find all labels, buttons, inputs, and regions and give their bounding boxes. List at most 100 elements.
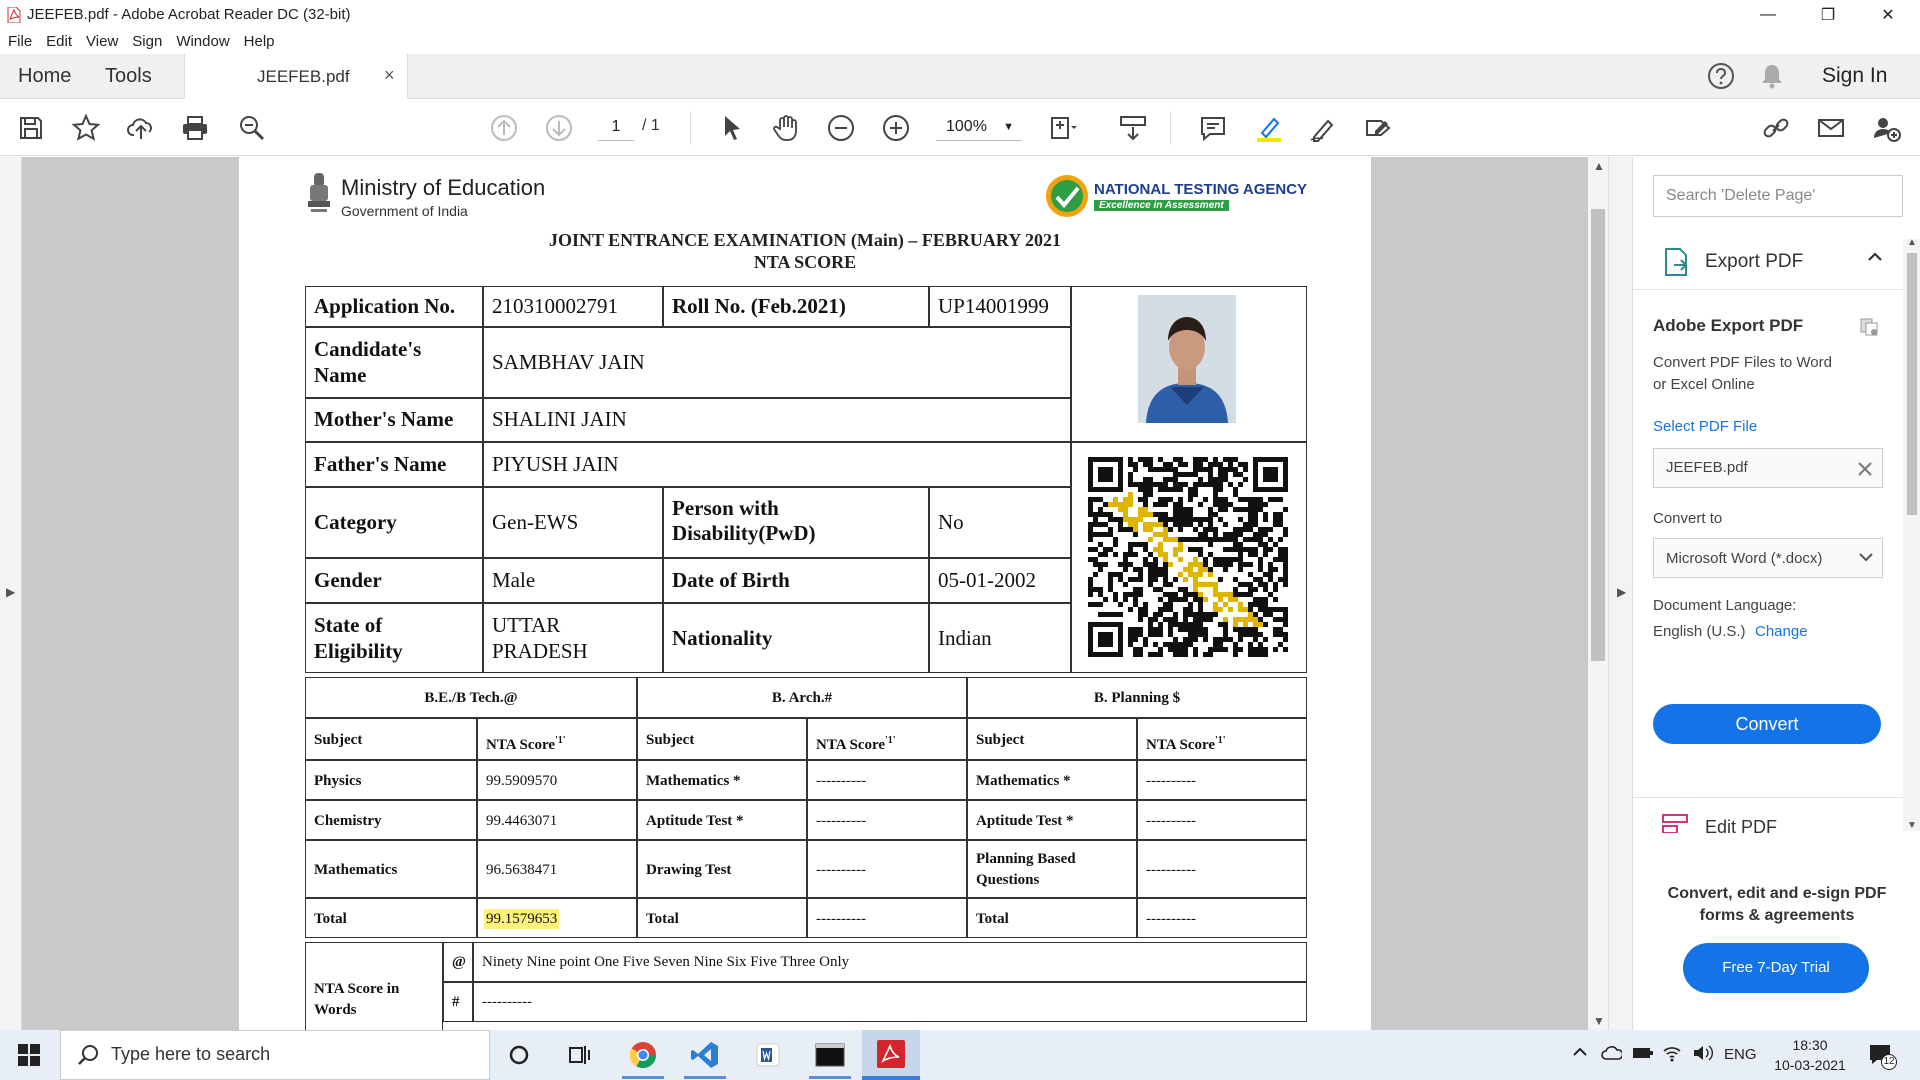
scroll-up-icon[interactable]: ▲ [1593, 159, 1605, 173]
candidate-name-label-cell: Candidate's Name [305, 327, 483, 398]
score-header: NTA Score'1' [486, 731, 566, 755]
page-number-input[interactable]: 1 [598, 113, 634, 141]
subject-header: Subject [314, 732, 363, 748]
share-link-icon[interactable] [1760, 112, 1792, 144]
tools-search-input[interactable]: Search 'Delete Page' [1653, 175, 1903, 217]
menu-file[interactable]: File [8, 33, 32, 50]
exam-title: JOINT ENTRANCE EXAMINATION (Main) – FEBR… [548, 230, 1062, 250]
scroll-down-icon[interactable]: ▼ [1593, 1014, 1605, 1028]
tray-overflow-chevron-icon[interactable] [1572, 1044, 1588, 1064]
doc-language-value: English (U.S.) [1653, 623, 1746, 640]
menu-help[interactable]: Help [244, 33, 275, 50]
free-trial-button[interactable]: Free 7-Day Trial [1683, 943, 1869, 993]
vscode-icon[interactable] [688, 1039, 722, 1071]
close-window-button[interactable]: ✕ [1860, 0, 1916, 29]
edit-pdf-title[interactable]: Edit PDF [1705, 817, 1777, 838]
save-icon[interactable] [15, 112, 47, 144]
scroll-up-icon[interactable]: ▲ [1907, 237, 1917, 248]
menu-edit[interactable]: Edit [46, 33, 72, 50]
left-panel-toggle[interactable]: ▶ [0, 157, 22, 1030]
score-words-label-2: Words [314, 1002, 357, 1018]
document-viewport[interactable]: ▶ Ministry of Education Government of In… [0, 157, 1632, 1030]
category-label-cell: Category [305, 487, 483, 558]
title-bar: JEEFEB.pdf - Adobe Acrobat Reader DC (32… [0, 0, 1920, 29]
tab-home[interactable]: Home [18, 54, 71, 99]
export-pdf-title[interactable]: Export PDF [1705, 251, 1803, 273]
zoom-level-select[interactable]: 100% ▼ [936, 113, 1022, 141]
select-pdf-file-label[interactable]: Select PDF File [1653, 418, 1757, 435]
table-row: Total [305, 898, 477, 938]
convert-button[interactable]: Convert [1653, 704, 1881, 744]
upload-cloud-icon[interactable] [125, 112, 157, 144]
help-icon[interactable] [1707, 62, 1735, 95]
tab-document[interactable]: JEEFEB.pdf × [184, 54, 408, 100]
selected-file-field[interactable]: JEEFEB.pdf [1653, 448, 1883, 488]
subject-header: Subject [646, 732, 695, 748]
convert-format-select[interactable]: Microsoft Word (*.docx) [1653, 538, 1883, 578]
scrollbar-thumb[interactable] [1907, 253, 1917, 515]
promo-box: Convert, edit and e-sign PDF forms & agr… [1633, 839, 1920, 1030]
next-page-icon[interactable] [543, 112, 575, 144]
taskbar-search-box[interactable]: Type here to search [60, 1030, 490, 1080]
hand-tool-icon[interactable] [770, 112, 802, 144]
previous-page-icon[interactable] [488, 112, 520, 144]
menu-view[interactable]: View [86, 33, 118, 50]
scroll-down-icon[interactable]: ▼ [1907, 820, 1917, 831]
find-search-icon[interactable] [236, 112, 268, 144]
sign-in-button[interactable]: Sign In [1822, 64, 1887, 88]
fill-sign-icon[interactable] [1362, 112, 1394, 144]
minimize-button[interactable]: — [1740, 0, 1796, 29]
scroll-mode-icon[interactable] [1117, 112, 1149, 144]
menu-window[interactable]: Window [176, 33, 229, 50]
select-cursor-icon[interactable] [716, 112, 748, 144]
betech-total-score: 99.1579653 [484, 909, 560, 929]
score-words-mark: # [452, 994, 460, 1010]
battery-icon[interactable] [1632, 1046, 1654, 1064]
cortana-icon[interactable] [502, 1039, 536, 1071]
word-app-icon[interactable] [751, 1039, 785, 1071]
betech-header-cell: B.E./B Tech.@ [305, 677, 637, 718]
tab-tools[interactable]: Tools [105, 54, 152, 99]
input-language[interactable]: ENG [1724, 1046, 1757, 1063]
bookmark-star-icon[interactable] [70, 112, 102, 144]
menu-sign[interactable]: Sign [132, 33, 162, 50]
windows-start-icon[interactable] [18, 1044, 40, 1071]
panel-scrollbar[interactable]: ▲ ▼ [1903, 237, 1920, 831]
onedrive-cloud-icon[interactable] [1600, 1045, 1624, 1065]
page-fit-icon[interactable] [1046, 112, 1078, 144]
comment-icon[interactable] [1197, 112, 1229, 144]
score-words-mark-cell: @ [443, 942, 473, 982]
change-language-link[interactable]: Change [1755, 623, 1808, 640]
chevron-up-icon[interactable] [1867, 249, 1883, 270]
volume-icon[interactable] [1692, 1044, 1714, 1066]
clear-file-icon[interactable] [1854, 455, 1876, 486]
score-words-cell: Ninety Nine point One Five Seven Nine Si… [473, 942, 1307, 982]
task-view-icon[interactable] [563, 1039, 597, 1071]
notification-count-badge: 12 [1881, 1054, 1897, 1070]
wifi-icon[interactable] [1662, 1044, 1682, 1066]
terminal-icon[interactable] [813, 1039, 847, 1071]
notification-bell-icon[interactable] [1759, 62, 1785, 95]
zoom-out-icon[interactable] [825, 112, 857, 144]
subject-header: Subject [976, 732, 1025, 748]
acrobat-taskbar-button[interactable] [862, 1030, 920, 1080]
mother-name-value: SHALINI JAIN [492, 407, 627, 431]
chevron-down-icon [1858, 549, 1874, 570]
highlight-pen-icon[interactable] [1253, 112, 1285, 144]
draw-sign-icon[interactable] [1307, 112, 1339, 144]
restore-button[interactable]: ❐ [1800, 0, 1856, 29]
tab-close-icon[interactable]: × [384, 65, 395, 86]
print-icon[interactable] [179, 112, 211, 144]
scrollbar-thumb[interactable] [1591, 209, 1605, 661]
zoom-in-icon[interactable] [880, 112, 912, 144]
ministry-name: Ministry of Education [341, 175, 546, 200]
clock[interactable]: 18:30 10-03-2021 [1772, 1035, 1848, 1075]
email-icon[interactable] [1815, 112, 1847, 144]
chrome-icon[interactable] [626, 1039, 660, 1071]
add-user-icon[interactable] [1870, 112, 1902, 144]
right-panel-toggle[interactable]: ▶ [1608, 157, 1632, 1030]
document-scrollbar[interactable]: ▲ ▼ [1588, 157, 1608, 1030]
action-center-icon[interactable]: 12 [1868, 1042, 1897, 1073]
edit-pdf-icon [1661, 813, 1689, 838]
barch-total-label: Total [646, 911, 679, 927]
